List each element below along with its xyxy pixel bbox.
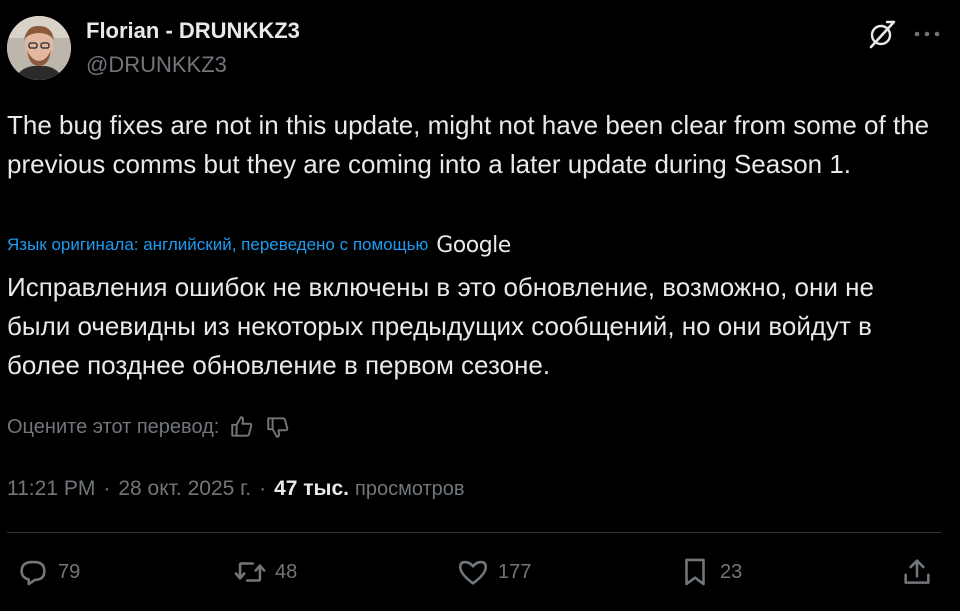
repost-count: 48 (275, 560, 298, 583)
author-name[interactable]: Florian - DRUNKKZ3 (86, 18, 300, 44)
rate-translation-label: Оцените этот перевод: (7, 415, 220, 438)
grok-icon[interactable] (866, 20, 896, 50)
translation-attribution: Язык оригинала: английский, переведено с… (7, 232, 511, 258)
thumbs-down-graphic (267, 417, 289, 438)
tweet-meta: 11:21 PM · 28 окт. 2025 г. · 47 тыс. про… (7, 474, 465, 504)
views-count[interactable]: 47 тыс. (274, 477, 349, 501)
thumbs-down-icon[interactable] (265, 414, 291, 440)
bookmark-icon (685, 558, 705, 586)
reply-count: 79 (58, 560, 81, 583)
rate-translation: Оцените этот перевод: (7, 412, 291, 442)
bookmark-button[interactable]: 23 (678, 550, 742, 594)
thumbs-up-graphic (231, 416, 253, 437)
more-icon (914, 31, 940, 37)
author-handle[interactable]: @DRUNKKZ3 (86, 52, 227, 78)
tweet-text: The bug fixes are not in this update, mi… (7, 110, 930, 179)
repost-button[interactable]: 48 (233, 550, 297, 594)
meta-separator: · (259, 477, 267, 500)
like-count: 177 (498, 560, 532, 583)
tweet-time[interactable]: 11:21 PM (7, 477, 95, 501)
tweet-date[interactable]: 28 окт. 2025 г. (118, 477, 251, 501)
reply-button[interactable]: 79 (16, 550, 80, 594)
like-button[interactable]: 177 (456, 550, 531, 594)
tweet-header: Florian - DRUNKKZ3 @DRUNKKZ3 (0, 0, 960, 92)
thumbs-up-icon[interactable] (229, 414, 255, 440)
avatar-image (7, 16, 71, 80)
avatar[interactable] (7, 16, 71, 80)
reply-icon (20, 560, 46, 586)
repost-icon (234, 562, 266, 582)
views-label: просмотров (355, 477, 465, 500)
grok-icon-graphic (869, 20, 896, 49)
divider (7, 532, 941, 533)
translated-text: Исправления ошибок не включены в это обн… (7, 272, 874, 380)
share-icon (904, 559, 930, 584)
translation-label[interactable]: Язык оригинала: английский, переведено с… (7, 235, 428, 255)
bookmark-count: 23 (720, 560, 743, 583)
heart-icon (458, 560, 488, 585)
action-bar: 79 48 177 23 (0, 550, 960, 594)
more-options-icon[interactable] (910, 20, 944, 50)
meta-separator: · (103, 477, 111, 500)
share-button[interactable] (900, 550, 934, 594)
google-logo: Google (436, 232, 511, 258)
